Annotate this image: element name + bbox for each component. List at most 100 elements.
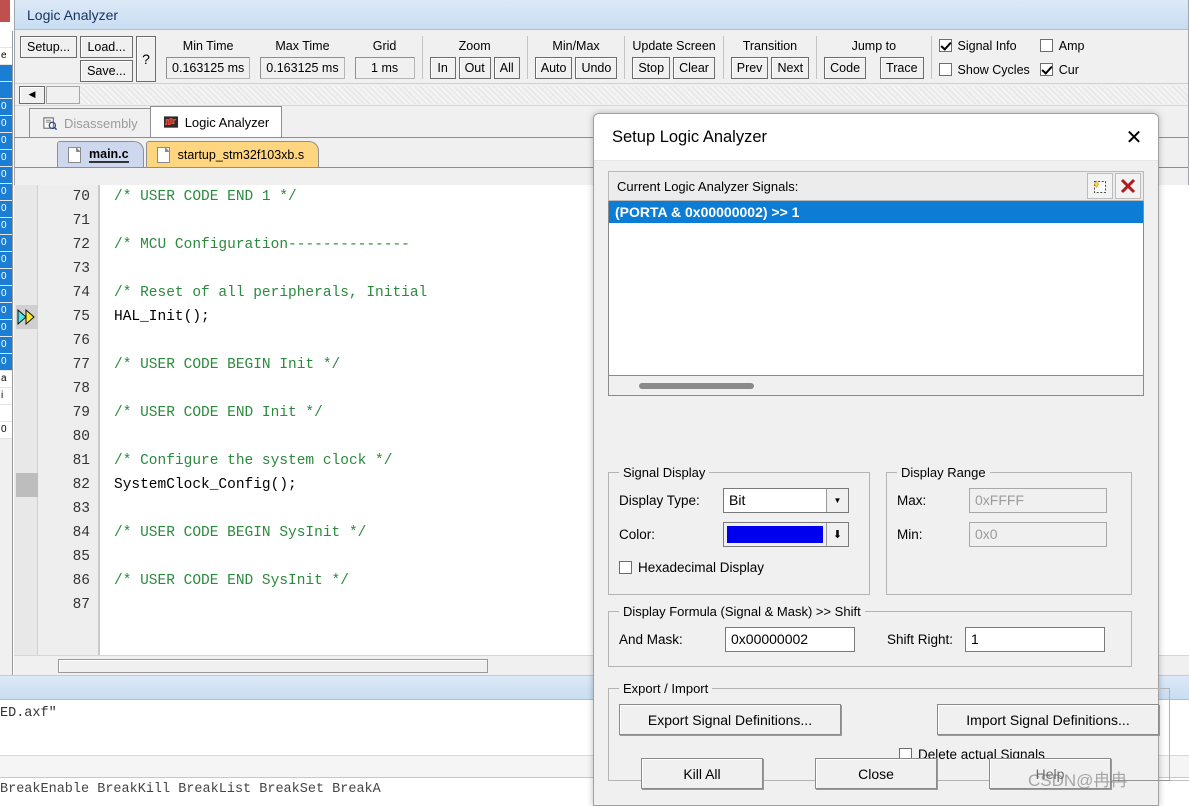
- jump-to-code-button[interactable]: Code: [824, 57, 867, 79]
- scroll-left-arrow-icon[interactable]: ◀: [19, 85, 45, 104]
- min-field[interactable]: 0x0: [969, 522, 1107, 547]
- tab-logic-analyzer[interactable]: Logic Analyzer: [149, 106, 283, 137]
- register-row[interactable]: 0: [0, 337, 12, 354]
- signal-info-checkbox-box[interactable]: [938, 39, 952, 52]
- jump-to-trace-button[interactable]: Trace: [880, 57, 924, 79]
- register-row[interactable]: 0: [0, 133, 12, 150]
- register-row[interactable]: [0, 65, 12, 82]
- register-row[interactable]: 0: [0, 167, 12, 184]
- import-signal-definitions-button[interactable]: Import Signal Definitions...: [937, 704, 1159, 735]
- max-time-field[interactable]: 0.163125 ms: [260, 57, 345, 79]
- register-row[interactable]: 0: [0, 422, 12, 439]
- scroll-track[interactable]: [80, 85, 1188, 104]
- max-time-group: Max Time 0.163125 ms: [255, 32, 349, 83]
- register-row[interactable]: 0: [0, 201, 12, 218]
- editor-breakpoint-gutter[interactable]: [14, 185, 38, 655]
- export-import-legend: Export / Import: [623, 681, 709, 696]
- dialog-title-bar: Setup Logic Analyzer ✕: [594, 114, 1158, 161]
- register-row[interactable]: [0, 31, 12, 48]
- hexadecimal-display-checkbox-box[interactable]: [619, 560, 632, 574]
- min-time-field[interactable]: 0.163125 ms: [166, 57, 251, 79]
- register-row[interactable]: [0, 405, 12, 422]
- display-type-select[interactable]: Bit ▼: [723, 488, 849, 513]
- register-row[interactable]: [0, 82, 12, 99]
- setup-logic-analyzer-dialog: Setup Logic Analyzer ✕ Current Logic Ana…: [593, 113, 1170, 806]
- register-row[interactable]: 0: [0, 150, 12, 167]
- tab-logic-analyzer-label: Logic Analyzer: [184, 114, 270, 130]
- editor-line-number: 83: [72, 501, 90, 517]
- grid-group: Grid 1 ms: [350, 32, 420, 83]
- logic-analyzer-hscrollbar[interactable]: ◀: [15, 84, 1188, 106]
- register-row[interactable]: 0: [0, 235, 12, 252]
- register-row[interactable]: 0: [0, 303, 12, 320]
- grid-field[interactable]: 1 ms: [354, 57, 415, 79]
- register-row[interactable]: 0: [0, 286, 12, 303]
- register-row[interactable]: 0: [0, 99, 12, 116]
- display-range-group: Display Range Max: 0xFFFF Min: 0x0: [886, 465, 1132, 595]
- cursor-checkbox-box[interactable]: [1039, 63, 1053, 76]
- update-clear-button[interactable]: Clear: [673, 57, 715, 79]
- load-button[interactable]: Load...: [80, 35, 134, 58]
- and-mask-field[interactable]: 0x00000002: [725, 627, 855, 652]
- close-icon[interactable]: ✕: [1110, 114, 1158, 160]
- delete-signal-icon[interactable]: [1115, 173, 1141, 199]
- signal-list-item[interactable]: (PORTA & 0x00000002) >> 1: [609, 201, 1143, 223]
- minmax-undo-button[interactable]: Undo: [575, 57, 618, 79]
- zoom-out-button[interactable]: Out: [458, 57, 491, 79]
- signals-list-hscrollbar[interactable]: [608, 376, 1144, 396]
- editor-line-number: 87: [72, 597, 90, 613]
- show-cycles-checkbox-box[interactable]: [938, 63, 952, 76]
- zoom-all-button[interactable]: All: [493, 57, 520, 79]
- export-signal-definitions-button[interactable]: Export Signal Definitions...: [619, 704, 841, 735]
- minmax-group: Min/Max Auto Undo: [530, 32, 623, 83]
- editor-hscroll-thumb[interactable]: [58, 658, 488, 673]
- display-options-group: Signal Info Show Cycles: [934, 32, 1035, 83]
- close-button[interactable]: Close: [815, 758, 937, 789]
- save-button[interactable]: Save...: [80, 59, 134, 82]
- show-cycles-checkbox[interactable]: Show Cycles: [938, 59, 1030, 81]
- register-row[interactable]: e: [0, 48, 12, 65]
- color-dropdown-icon[interactable]: ⬇: [826, 523, 848, 546]
- minmax-auto-button[interactable]: Auto: [534, 57, 573, 79]
- logic-analyzer-toolbar: Setup... Load... Save... ? Min Time 0.16…: [15, 30, 1188, 84]
- signals-list[interactable]: (PORTA & 0x00000002) >> 1: [608, 201, 1144, 376]
- shift-right-field[interactable]: 1: [965, 627, 1105, 652]
- kill-all-button[interactable]: Kill All: [641, 758, 763, 789]
- scroll-thumb[interactable]: [46, 85, 80, 104]
- hexadecimal-display-checkbox[interactable]: Hexadecimal Display: [619, 556, 859, 578]
- register-row[interactable]: 0: [0, 184, 12, 201]
- max-field[interactable]: 0xFFFF: [969, 488, 1107, 513]
- signal-info-checkbox[interactable]: Signal Info: [938, 35, 1030, 57]
- register-row[interactable]: 0: [0, 116, 12, 133]
- editor-line-number: 73: [72, 261, 90, 277]
- zoom-group: Zoom In Out All: [425, 32, 525, 83]
- amplitude-checkbox[interactable]: Amp: [1039, 35, 1084, 57]
- transition-prev-button[interactable]: Prev: [730, 57, 769, 79]
- register-row[interactable]: 0: [0, 218, 12, 235]
- register-row[interactable]: 0: [0, 320, 12, 337]
- help-button[interactable]: Help: [989, 758, 1111, 789]
- register-row[interactable]: 0: [0, 354, 12, 371]
- register-row[interactable]: a: [0, 371, 12, 388]
- file-tab-startup-s[interactable]: startup_stm32f103xb.s: [145, 141, 320, 167]
- register-row[interactable]: 0: [0, 252, 12, 269]
- transition-group: Transition Prev Next: [726, 32, 814, 83]
- new-signal-icon[interactable]: [1087, 173, 1113, 199]
- register-row[interactable]: i: [0, 388, 12, 405]
- amplitude-checkbox-box[interactable]: [1039, 39, 1053, 52]
- update-stop-button[interactable]: Stop: [632, 57, 671, 79]
- toolbar-divider: [722, 36, 724, 79]
- editor-line-number: 82: [72, 477, 90, 493]
- signals-list-hscroll-thumb[interactable]: [639, 382, 754, 389]
- transition-next-button[interactable]: Next: [771, 57, 810, 79]
- color-picker[interactable]: ⬇: [723, 522, 849, 547]
- file-tab-main-c[interactable]: main.c: [57, 141, 144, 167]
- setup-button[interactable]: Setup...: [20, 35, 78, 58]
- cursor-checkbox[interactable]: Cur: [1039, 59, 1085, 81]
- help-question-button[interactable]: ?: [136, 35, 157, 82]
- chevron-down-icon[interactable]: ▼: [826, 489, 848, 512]
- zoom-in-button[interactable]: In: [429, 57, 456, 79]
- register-row[interactable]: 0: [0, 269, 12, 286]
- registers-panel-sliver[interactable]: e 0 0 0 0 0 0 0 0 0 0 0 0 0 0 0 0 a i 0: [0, 31, 13, 707]
- tab-disassembly[interactable]: Disassembly: [29, 108, 151, 137]
